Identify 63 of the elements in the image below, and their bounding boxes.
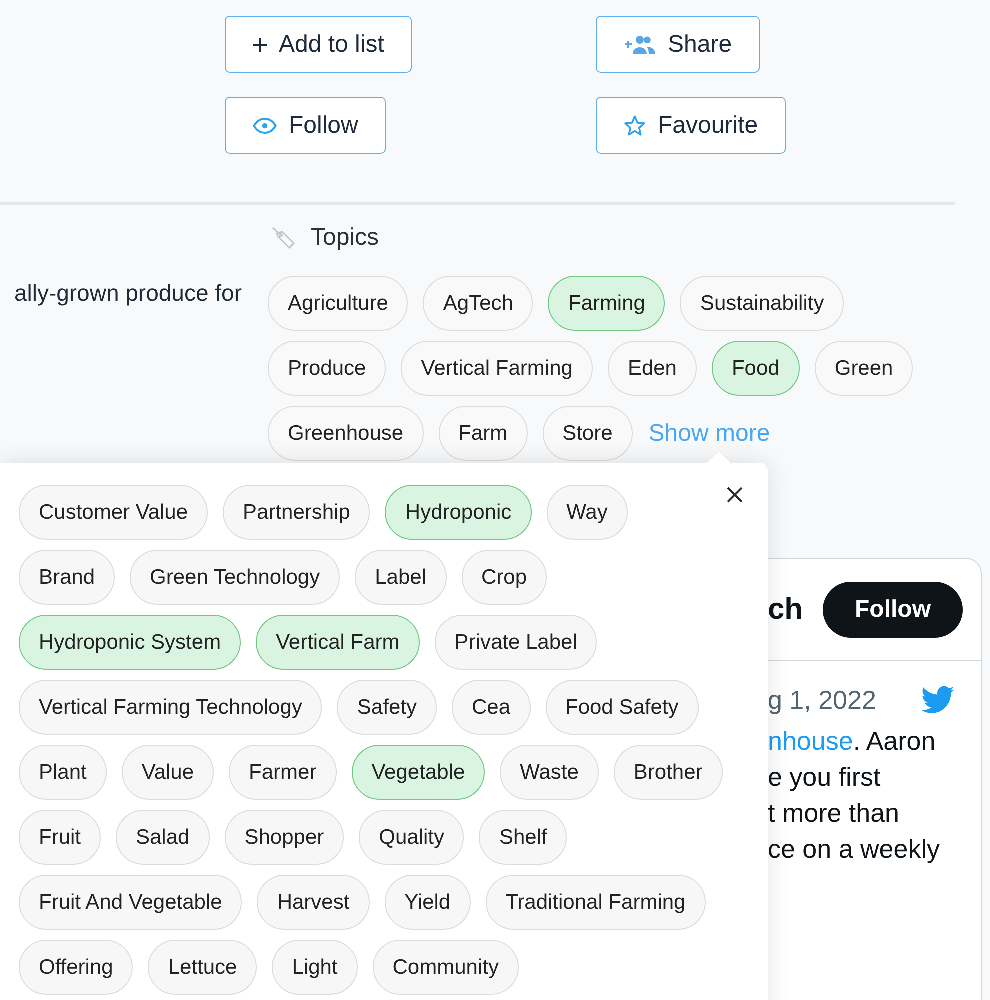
topic-tag[interactable]: Eden bbox=[608, 341, 697, 396]
close-icon[interactable] bbox=[727, 487, 743, 503]
topic-tag[interactable]: Way bbox=[546, 485, 628, 540]
tag-icon bbox=[272, 226, 296, 250]
topic-tag[interactable]: Vertical Farming Technology bbox=[19, 680, 322, 735]
favourite-button[interactable]: Favourite bbox=[596, 97, 786, 154]
add-to-list-button[interactable]: Add to list bbox=[225, 16, 412, 73]
topic-tag[interactable]: Vegetable bbox=[352, 745, 486, 800]
topic-tag[interactable]: Label bbox=[355, 550, 446, 605]
topic-tag[interactable]: Safety bbox=[337, 680, 437, 735]
topic-tag[interactable]: Agriculture bbox=[268, 276, 408, 331]
topic-tag[interactable]: Quality bbox=[359, 810, 464, 865]
topic-tag[interactable]: Farming bbox=[548, 276, 666, 331]
topic-tag[interactable]: Harvest bbox=[257, 875, 370, 930]
tweet-text: nhouse. Aaron e you first t more than ce on a weekly bbox=[768, 725, 941, 866]
topic-tag[interactable]: Plant bbox=[19, 745, 107, 800]
topic-tag[interactable]: Greenhouse bbox=[268, 406, 424, 461]
topic-tag[interactable]: Offering bbox=[19, 940, 134, 995]
topic-tag[interactable]: Salad bbox=[116, 810, 210, 865]
topic-tag[interactable]: Green bbox=[814, 341, 914, 396]
topic-tag[interactable]: Crop bbox=[462, 550, 548, 605]
description-text: ally-grown produce for bbox=[13, 279, 242, 307]
topic-tag[interactable]: Cea bbox=[452, 680, 530, 735]
topic-tag[interactable]: Customer Value bbox=[19, 485, 208, 540]
topic-tag[interactable]: Partnership bbox=[223, 485, 370, 540]
topic-tag[interactable]: Shopper bbox=[224, 810, 344, 865]
topic-tag[interactable]: Hydroponic bbox=[385, 485, 532, 540]
topic-tag[interactable]: Fruit bbox=[19, 810, 101, 865]
topic-tag[interactable]: Farm bbox=[438, 406, 528, 461]
topic-tag[interactable]: Fruit And Vegetable bbox=[19, 875, 242, 930]
tweet-date: g 1, 2022 bbox=[768, 685, 876, 715]
topic-tag[interactable]: Sustainability bbox=[680, 276, 844, 331]
topic-tag[interactable]: Value bbox=[122, 745, 214, 800]
share-button[interactable]: Share bbox=[596, 16, 760, 73]
topic-tag[interactable]: Food bbox=[712, 341, 800, 396]
star-icon bbox=[624, 114, 646, 136]
topic-tag[interactable]: Hydroponic System bbox=[19, 615, 242, 670]
follow-button[interactable]: Follow bbox=[225, 97, 386, 154]
topic-tag[interactable]: Brother bbox=[614, 745, 723, 800]
topic-tag[interactable]: Shelf bbox=[479, 810, 568, 865]
author-name: ch bbox=[768, 592, 804, 626]
topic-tag[interactable]: Green Technology bbox=[130, 550, 340, 605]
topics-heading: Topics bbox=[311, 223, 380, 253]
topic-tag[interactable]: Vertical Farming bbox=[401, 341, 593, 396]
topic-tag[interactable]: Store bbox=[542, 406, 633, 461]
topic-tag[interactable]: Lettuce bbox=[148, 940, 258, 995]
topic-tag[interactable]: AgTech bbox=[423, 276, 534, 331]
eye-icon bbox=[253, 118, 277, 134]
follow-button[interactable]: Follow bbox=[823, 582, 963, 638]
bird-icon bbox=[920, 686, 955, 714]
topic-tag[interactable]: Traditional Farming bbox=[486, 875, 706, 930]
topic-tag[interactable]: Community bbox=[372, 940, 519, 995]
topic-tag[interactable]: Waste bbox=[500, 745, 599, 800]
topic-tag[interactable]: Brand bbox=[19, 550, 116, 605]
topic-tag[interactable]: Produce bbox=[268, 341, 386, 396]
topic-tag[interactable]: Food Safety bbox=[546, 680, 699, 735]
add-people-icon bbox=[624, 34, 656, 54]
topic-tag[interactable]: Farmer bbox=[229, 745, 337, 800]
topic-tag[interactable]: Light bbox=[272, 940, 358, 995]
plus-icon bbox=[253, 38, 267, 52]
topic-tag[interactable]: Private Label bbox=[434, 615, 598, 670]
topic-tag[interactable]: Vertical Farm bbox=[256, 615, 420, 670]
topic-tag[interactable]: Yield bbox=[384, 875, 471, 930]
